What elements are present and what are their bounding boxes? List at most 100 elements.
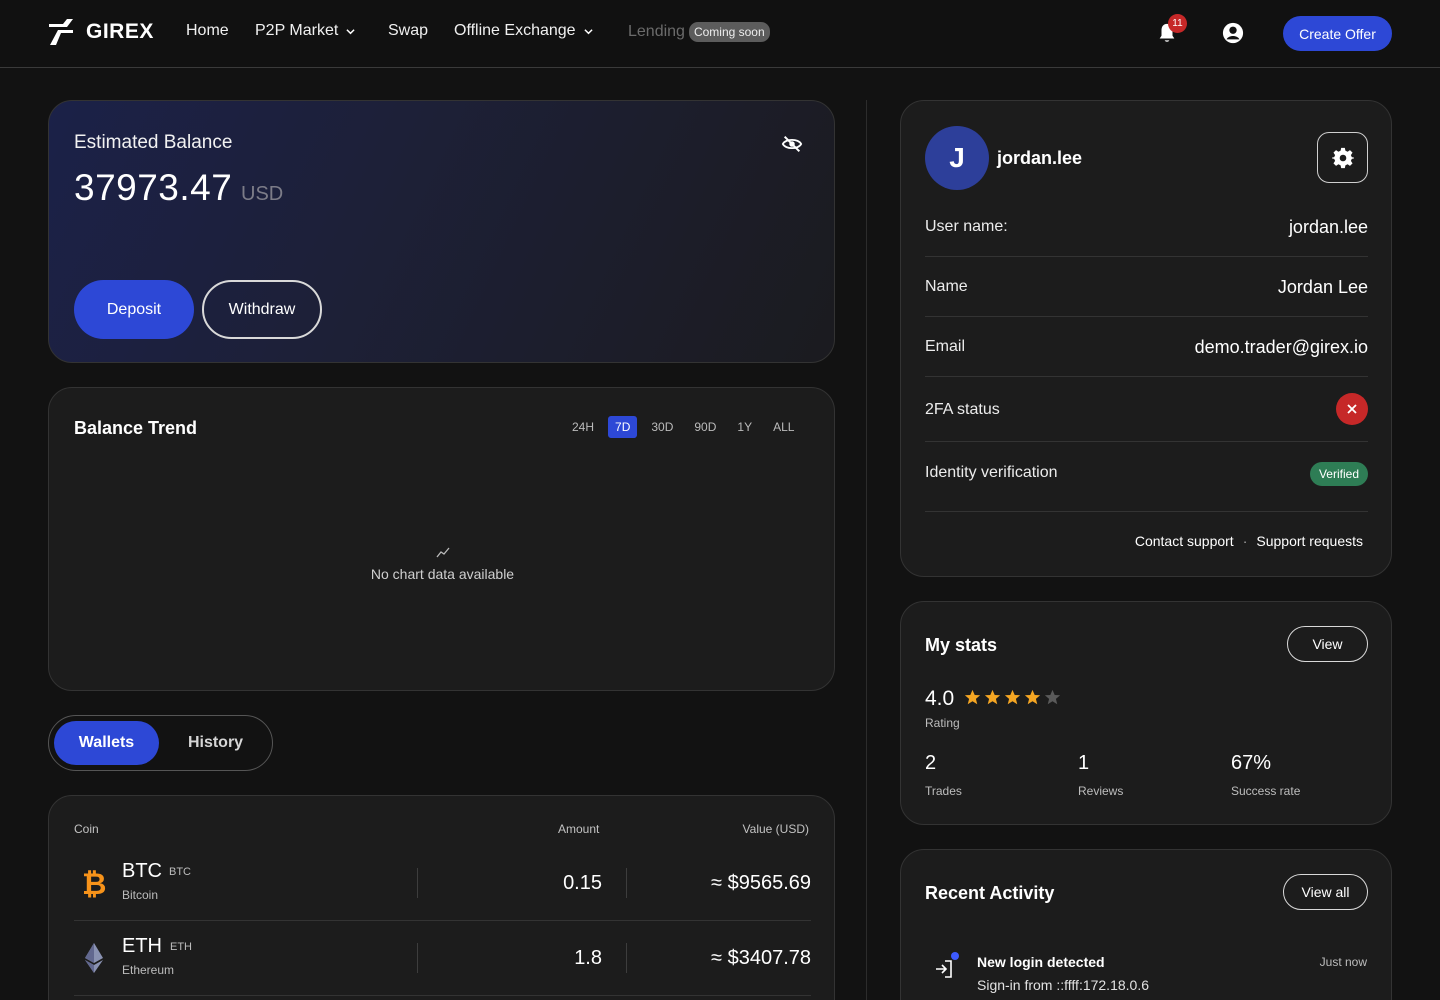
empty-chart-message: No chart data available bbox=[370, 566, 515, 582]
profile-card: J jordan.lee User name: jordan.lee Name … bbox=[900, 100, 1392, 577]
nav-p2p-label: P2P Market bbox=[255, 22, 339, 39]
settings-button[interactable] bbox=[1317, 132, 1368, 183]
header-amount: Amount bbox=[558, 822, 600, 836]
activity-title: New login detected bbox=[977, 954, 1105, 970]
balance-trend-card: Balance Trend 24H 7D 30D 90D 1Y ALL No c… bbox=[48, 387, 835, 691]
twofa-label: 2FA status bbox=[925, 401, 1000, 418]
range-30d[interactable]: 30D bbox=[644, 416, 680, 438]
chevron-down-icon bbox=[346, 28, 355, 34]
range-1y[interactable]: 1Y bbox=[730, 416, 759, 438]
balance-currency: USD bbox=[241, 183, 284, 205]
link-separator: · bbox=[1242, 533, 1248, 549]
coin-symbol: ETH bbox=[122, 935, 162, 957]
star-icon bbox=[984, 689, 1001, 705]
nav-offline-exchange[interactable]: Offline Exchange bbox=[454, 22, 593, 40]
email-value: demo.trader@girex.io bbox=[1194, 337, 1368, 357]
balance-trend-title: Balance Trend bbox=[74, 418, 198, 438]
close-icon bbox=[1347, 404, 1357, 414]
girex-logo-icon bbox=[49, 19, 73, 45]
header-value: Value (USD) bbox=[742, 822, 809, 836]
top-navbar: GIREX Home P2P Market Swap Offline Excha… bbox=[0, 0, 1440, 68]
nav-swap-label: Swap bbox=[388, 22, 429, 39]
nav-lending-label: Lending bbox=[628, 23, 685, 40]
my-stats-title: My stats bbox=[925, 635, 998, 655]
range-24h[interactable]: 24H bbox=[565, 416, 601, 438]
identity-label: Identity verification bbox=[925, 464, 1058, 481]
column-separator bbox=[626, 868, 627, 898]
brand-name: GIREX bbox=[86, 20, 154, 43]
trades-count: 2 bbox=[925, 752, 937, 774]
coming-soon-badge: Coming soon bbox=[688, 22, 770, 42]
avatar: J bbox=[925, 126, 989, 190]
coin-name: Ethereum bbox=[122, 963, 175, 977]
nav-lending: Lending Coming soon bbox=[628, 22, 770, 42]
nav-p2p-market[interactable]: P2P Market bbox=[255, 22, 355, 40]
twofa-row: 2FA status bbox=[925, 377, 1368, 442]
table-row[interactable]: ₿ BTC BTC Bitcoin 0.15 ≈ $9565.69 bbox=[74, 846, 811, 921]
nav-swap[interactable]: Swap bbox=[388, 22, 428, 40]
balance-amount: 37973.47 bbox=[74, 167, 233, 208]
contact-support-link[interactable]: Contact support bbox=[1135, 533, 1234, 549]
reviews-count: 1 bbox=[1078, 752, 1090, 774]
chevron-down-icon bbox=[583, 28, 593, 34]
star-icon bbox=[1004, 689, 1021, 705]
rating-label: Rating bbox=[925, 716, 960, 730]
name-row: Name Jordan Lee bbox=[925, 257, 1368, 317]
tab-history[interactable]: History bbox=[163, 721, 268, 765]
range-7d[interactable]: 7D bbox=[608, 416, 638, 438]
withdraw-button[interactable]: Withdraw bbox=[202, 280, 322, 339]
activity-description: Sign-in from ::ffff:172.18.0.6 bbox=[977, 977, 1149, 993]
coin-amount: 0.15 bbox=[563, 872, 602, 894]
ethereum-icon bbox=[85, 943, 103, 973]
trend-line-icon bbox=[435, 547, 449, 558]
coin-symbol: BTC bbox=[122, 860, 162, 882]
recent-activity-card: Recent Activity View all New login detec… bbox=[900, 849, 1392, 1000]
time-range-selector: 24H 7D 30D 90D 1Y ALL bbox=[565, 416, 808, 438]
support-requests-link[interactable]: Support requests bbox=[1256, 533, 1363, 549]
star-empty-icon bbox=[1044, 689, 1061, 705]
reviews-label: Reviews bbox=[1078, 784, 1124, 798]
coin-ticker: BTC bbox=[169, 866, 191, 878]
nav-home-label: Home bbox=[186, 22, 229, 39]
column-separator bbox=[417, 868, 418, 898]
profile-handle: jordan.lee bbox=[997, 148, 1083, 168]
tab-wallets[interactable]: Wallets bbox=[54, 721, 159, 765]
username-value: jordan.lee bbox=[1288, 217, 1368, 237]
view-stats-button[interactable]: View bbox=[1287, 626, 1368, 662]
name-label: Name bbox=[925, 278, 968, 295]
wallets-table: Coin Amount Value (USD) ₿ BTC BTC Bitcoi… bbox=[48, 795, 835, 1000]
coin-amount: 1.8 bbox=[574, 947, 602, 969]
wallet-history-tabs: Wallets History bbox=[48, 715, 273, 771]
bitcoin-icon: ₿ bbox=[82, 867, 106, 900]
user-account-icon[interactable] bbox=[1222, 22, 1244, 44]
view-all-activity-button[interactable]: View all bbox=[1283, 874, 1368, 910]
coin-ticker: ETH bbox=[170, 941, 192, 953]
username-row: User name: jordan.lee bbox=[925, 197, 1368, 257]
table-row[interactable]: ETH ETH Ethereum 1.8 ≈ $3407.78 bbox=[74, 921, 811, 996]
support-links: Contact support · Support requests bbox=[1135, 533, 1363, 549]
email-label: Email bbox=[925, 338, 966, 355]
range-90d[interactable]: 90D bbox=[687, 416, 723, 438]
notification-count-badge: 11 bbox=[1168, 14, 1187, 33]
hide-balance-icon[interactable] bbox=[781, 133, 803, 155]
coin-name: Bitcoin bbox=[122, 888, 159, 902]
email-row: Email demo.trader@girex.io bbox=[925, 317, 1368, 377]
nav-home[interactable]: Home bbox=[186, 22, 229, 40]
unread-indicator bbox=[951, 952, 959, 960]
twofa-disabled-status bbox=[1336, 393, 1368, 425]
column-separator bbox=[417, 943, 418, 973]
range-all[interactable]: ALL bbox=[766, 416, 801, 438]
deposit-button[interactable]: Deposit bbox=[74, 280, 194, 339]
name-value: Jordan Lee bbox=[1277, 277, 1368, 297]
star-icon bbox=[964, 689, 981, 705]
trades-label: Trades bbox=[925, 784, 962, 798]
create-offer-button[interactable]: Create Offer bbox=[1283, 16, 1392, 51]
nav-offline-label: Offline Exchange bbox=[454, 22, 576, 39]
balance-label: Estimated Balance bbox=[74, 132, 233, 153]
activity-time: Just now bbox=[1319, 955, 1367, 969]
brand-logo[interactable]: GIREX bbox=[47, 18, 154, 46]
rating-value: 4.0 bbox=[925, 687, 955, 710]
column-divider bbox=[866, 100, 867, 1000]
empty-chart-state: No chart data available bbox=[49, 546, 836, 582]
star-icon bbox=[1024, 689, 1041, 705]
